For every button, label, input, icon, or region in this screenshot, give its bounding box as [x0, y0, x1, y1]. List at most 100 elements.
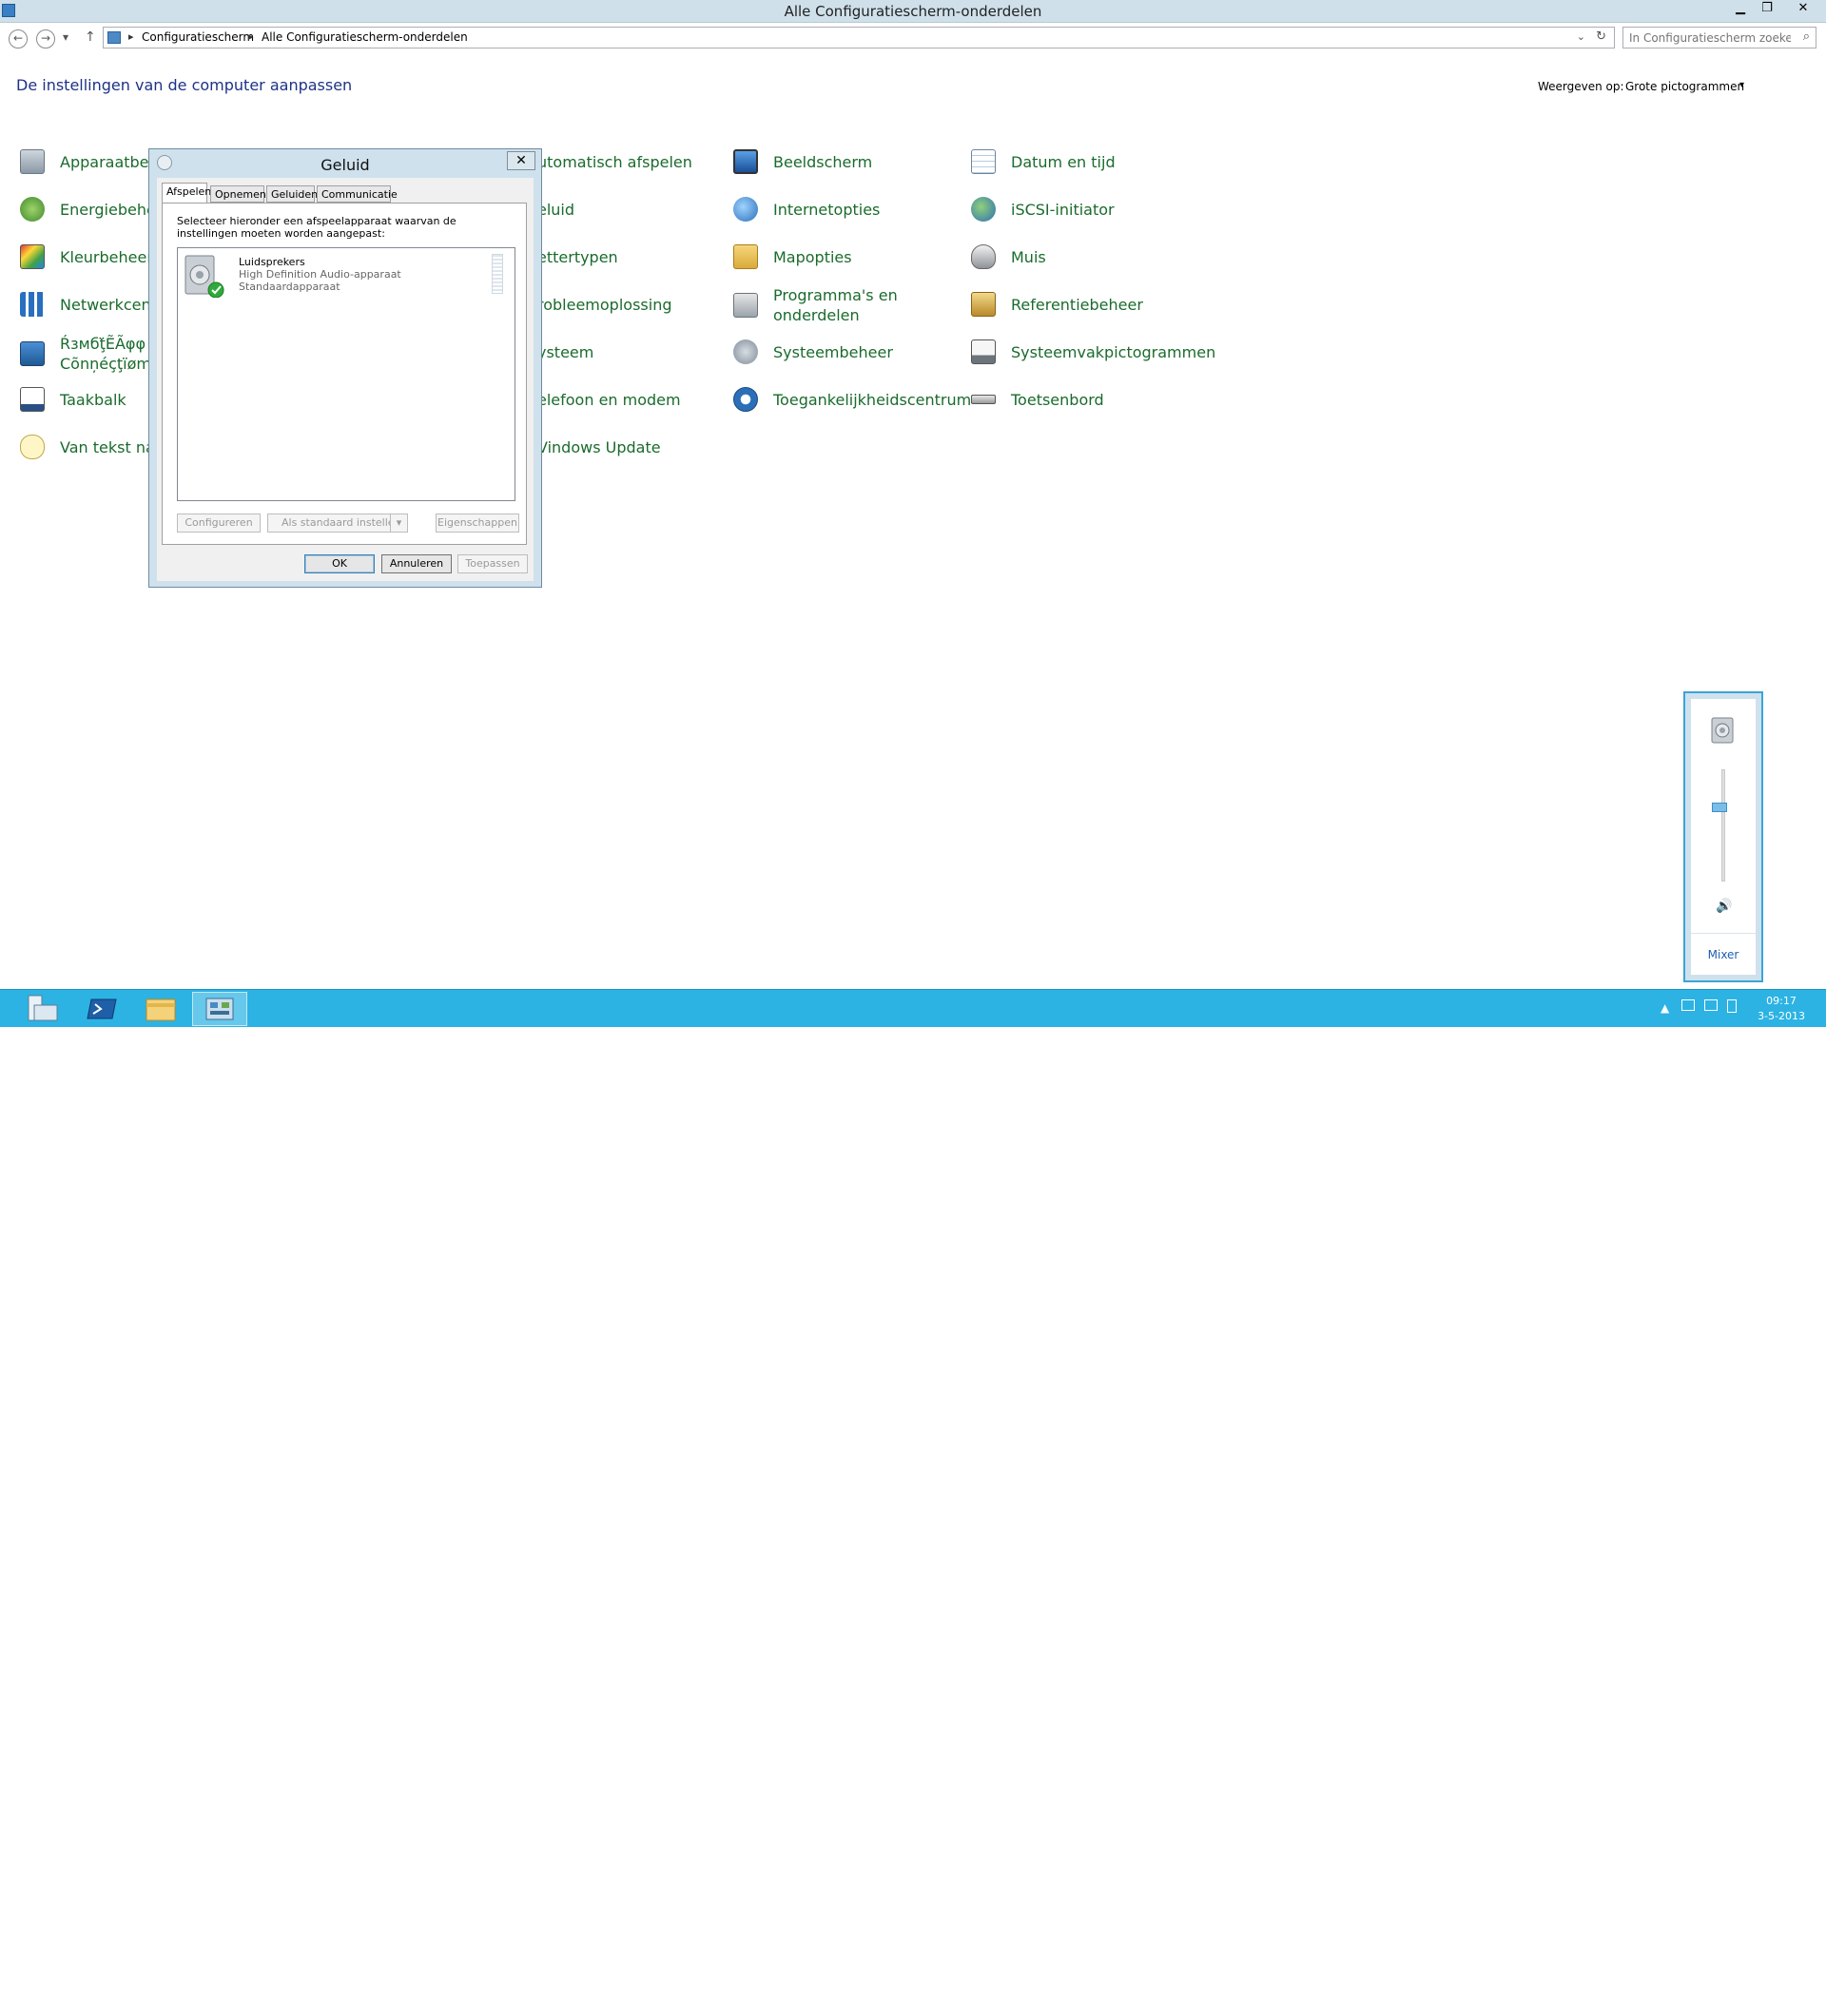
cp-item-sound[interactable]: eluid: [537, 190, 574, 228]
tab-sounds[interactable]: Geluiden: [266, 185, 318, 203]
breadcrumb-separator[interactable]: ▸: [128, 30, 134, 43]
cp-item-iscsi[interactable]: iSCSI-initiator: [967, 190, 1115, 228]
properties-button[interactable]: Eigenschappen: [436, 514, 519, 533]
cp-item-autoplay[interactable]: utomatisch afspelen: [537, 143, 692, 181]
server-manager-icon: [28, 995, 58, 1021]
accessibility-icon: [729, 383, 762, 416]
flag-icon[interactable]: [1681, 999, 1695, 1011]
search-box[interactable]: ⌕: [1622, 27, 1816, 48]
mouse-icon: [967, 241, 1000, 273]
restore-button[interactable]: ❐: [1748, 0, 1786, 19]
remote-connections-icon: [16, 338, 49, 370]
cp-item-label: iSCSI-initiator: [1011, 200, 1115, 219]
recent-pages-dropdown[interactable]: ▾: [63, 30, 68, 44]
cp-item-date-time[interactable]: Datum en tijd: [967, 143, 1116, 181]
cp-item-remote-connections[interactable]: Ŕзмбţ̈ẼÃφφ ớ Cõnņéçţïømş: [16, 333, 160, 375]
cp-item-device-manager[interactable]: Apparaatbehe: [16, 143, 168, 181]
cp-item-taskbar[interactable]: Taakbalk: [16, 380, 126, 418]
set-default-button[interactable]: Als standaard instellen: [267, 514, 408, 533]
cp-item-label: Toegankelijkheidscentrum: [773, 390, 972, 409]
speaker-device-icon[interactable]: [1708, 716, 1737, 745]
powershell-button[interactable]: [74, 992, 129, 1026]
close-button[interactable]: ✕: [1784, 0, 1822, 19]
cp-item-label: Datum en tijd: [1011, 152, 1116, 171]
clock[interactable]: 09:17 3-5-2013: [1758, 994, 1805, 1024]
forward-button[interactable]: →: [36, 29, 55, 48]
power-options-icon: [16, 193, 49, 225]
breadcrumb-all-items[interactable]: Alle Configuratiescherm-onderdelen: [262, 30, 468, 44]
powershell-icon: [87, 998, 117, 1019]
search-icon[interactable]: ⌕: [1803, 29, 1810, 44]
tab-communications[interactable]: Communicatie: [317, 185, 398, 203]
cp-item-power[interactable]: Energiebehee: [16, 190, 165, 228]
volume-slider[interactable]: [1721, 769, 1725, 882]
cp-item-admin-tools[interactable]: Systeembeheer: [729, 333, 893, 371]
configure-button[interactable]: Configureren: [177, 514, 261, 533]
up-button[interactable]: ↑: [85, 29, 96, 45]
breadcrumb-control-panel[interactable]: Configuratiescherm: [142, 30, 254, 44]
iscsi-globe-icon: [967, 193, 1000, 225]
tab-playback[interactable]: Afspelen: [162, 183, 211, 204]
cp-item-keyboard[interactable]: Toetsenbord: [967, 380, 1104, 418]
show-hidden-icons[interactable]: ▲: [1661, 1001, 1669, 1015]
cp-item-troubleshooting[interactable]: robleemoplossing: [537, 285, 671, 323]
address-dropdown[interactable]: ⌄: [1577, 30, 1585, 43]
cp-item-color[interactable]: Kleurbeheer: [16, 238, 153, 276]
view-by-dropdown[interactable]: Grote pictogrammen: [1625, 80, 1744, 93]
programs-icon: [729, 289, 762, 321]
calendar-clock-icon: [967, 145, 1000, 178]
cp-item-notification-icons[interactable]: Systeemvakpictogrammen: [967, 333, 1215, 371]
cp-item-network[interactable]: Netwerkcentr: [16, 285, 164, 323]
cp-item-system[interactable]: ysteem: [537, 333, 593, 371]
cp-item-internet-options[interactable]: Internetopties: [729, 190, 880, 228]
cp-item-label: robleemoplossing: [537, 295, 672, 314]
search-input[interactable]: [1629, 29, 1791, 48]
set-default-dropdown-icon[interactable]: ▾: [390, 514, 408, 533]
network-center-icon: [16, 288, 49, 320]
cp-item-credential-manager[interactable]: Referentiebeheer: [967, 285, 1143, 323]
cp-item-folder-options[interactable]: Mapopties: [729, 238, 852, 276]
network-icon[interactable]: [1704, 999, 1718, 1011]
sound-dialog: Geluid ✕ Afspelen Opnemen Geluiden Commu…: [148, 148, 542, 588]
cp-item-programs-features[interactable]: Programma's en onderdelen: [729, 283, 898, 327]
dialog-close-button[interactable]: ✕: [507, 151, 535, 170]
apply-button[interactable]: Toepassen: [457, 554, 528, 573]
control-panel-taskbar-button[interactable]: [192, 992, 247, 1026]
back-button[interactable]: ←: [9, 29, 28, 48]
cp-item-label: Kleurbeheer: [60, 247, 153, 266]
cp-item-phone-modem[interactable]: elefoon en modem: [537, 380, 681, 418]
breadcrumb-separator[interactable]: ▸: [248, 30, 254, 43]
refresh-icon[interactable]: ↻: [1596, 29, 1606, 44]
cp-item-mouse[interactable]: Muis: [967, 238, 1046, 276]
ok-button[interactable]: OK: [304, 554, 375, 573]
volume-slider-thumb[interactable]: [1712, 803, 1727, 813]
cp-item-label: utomatisch afspelen: [537, 152, 692, 171]
folder-icon: [729, 241, 762, 273]
file-explorer-button[interactable]: [133, 992, 188, 1026]
dialog-body: Afspelen Opnemen Geluiden Communicatie S…: [157, 178, 534, 581]
cp-item-fonts[interactable]: ettertypen: [537, 238, 618, 276]
color-management-icon: [16, 241, 49, 273]
mixer-link[interactable]: Mixer: [1691, 948, 1756, 961]
clock-date: 3-5-2013: [1758, 1010, 1805, 1022]
cp-item-label: Muis: [1011, 247, 1046, 266]
clock-time: 09:17: [1766, 995, 1797, 1007]
view-by-arrow-icon[interactable]: ▾: [1739, 80, 1744, 90]
cp-item-label: Systeemvakpictogrammen: [1011, 342, 1216, 361]
cp-item-ease-of-access[interactable]: Toegankelijkheidscentrum: [729, 380, 971, 418]
cp-item-display[interactable]: Beeldscherm: [729, 143, 872, 181]
volume-tray-icon[interactable]: [1727, 999, 1737, 1013]
watermark: The Collection Book: [1590, 1980, 1760, 2000]
control-panel-icon: [107, 31, 121, 44]
cp-item-label: Systeembeheer: [773, 342, 893, 361]
tab-recording[interactable]: Opnemen: [210, 185, 266, 203]
cp-item-text-to-speech[interactable]: Van tekst naa: [16, 428, 165, 466]
mute-toggle-icon[interactable]: 🔊: [1716, 899, 1732, 914]
cancel-button[interactable]: Annuleren: [381, 554, 452, 573]
device-list[interactable]: Luidsprekers High Definition Audio-appar…: [177, 247, 515, 501]
server-manager-button[interactable]: [15, 992, 70, 1026]
notification-area-icon: [967, 336, 1000, 368]
breadcrumb[interactable]: ▸ Configuratiescherm ▸ Alle Configuratie…: [103, 27, 1615, 48]
cp-item-windows-update[interactable]: Vindows Update: [537, 428, 661, 466]
speech-bubble-icon: [16, 431, 49, 463]
